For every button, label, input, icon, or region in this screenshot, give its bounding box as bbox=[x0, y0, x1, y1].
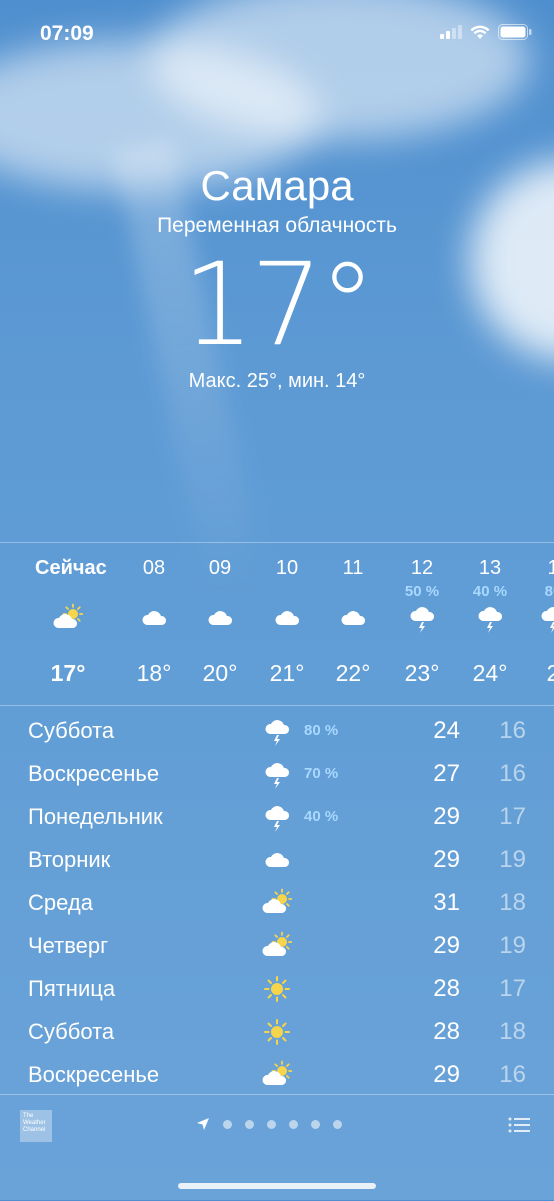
day-row: Среда 31 18 bbox=[0, 882, 554, 925]
daily-forecast[interactable]: Суббота 80 % 24 16 Воскресенье 70 % 27 1… bbox=[0, 710, 554, 1097]
day-name: Воскресенье bbox=[28, 761, 160, 786]
day-name: Понедельник bbox=[28, 804, 163, 829]
day-low: 18 bbox=[499, 1018, 526, 1045]
page-dot[interactable] bbox=[289, 1119, 298, 1129]
home-indicator[interactable] bbox=[178, 1183, 376, 1189]
cloud-icon bbox=[262, 845, 292, 875]
thunderstorm-icon bbox=[262, 802, 292, 832]
day-high: 28 bbox=[433, 1018, 460, 1045]
page-dot[interactable] bbox=[311, 1119, 320, 1129]
hour-item: 1 80 2 bbox=[520, 543, 554, 705]
day-row: Суббота 28 18 bbox=[0, 1011, 554, 1054]
day-low: 16 bbox=[499, 717, 526, 744]
thunderstorm-icon bbox=[475, 603, 505, 633]
cloud-icon bbox=[139, 603, 169, 633]
day-high: 31 bbox=[433, 889, 460, 916]
hour-item: 13 40 % 24° bbox=[472, 557, 508, 686]
page-dot[interactable] bbox=[333, 1119, 342, 1129]
cloud-icon bbox=[338, 603, 368, 633]
day-high: 24 bbox=[433, 717, 460, 744]
status-time: 07:09 bbox=[40, 22, 94, 45]
thunderstorm-icon bbox=[262, 759, 292, 789]
day-name: Суббота bbox=[28, 1019, 115, 1044]
day-row: Четверг 29 19 bbox=[0, 925, 554, 968]
hour-item: 11 22° bbox=[335, 557, 371, 686]
day-name: Воскресенье bbox=[28, 1062, 160, 1087]
page-indicator[interactable] bbox=[196, 1117, 342, 1131]
location-arrow-icon bbox=[197, 1118, 209, 1130]
day-row: Воскресенье 70 % 27 16 bbox=[0, 753, 554, 796]
precip-chance: 40 % bbox=[304, 808, 339, 825]
battery-icon bbox=[498, 24, 532, 40]
condition-text: Переменная облачность bbox=[157, 214, 397, 237]
day-high: 29 bbox=[433, 1061, 460, 1088]
thunderstorm-icon bbox=[262, 716, 292, 746]
list-icon[interactable] bbox=[508, 1116, 530, 1134]
thunderstorm-icon bbox=[407, 603, 437, 633]
day-low: 17 bbox=[499, 975, 526, 1002]
partly-sunny-icon bbox=[53, 603, 84, 633]
hour-item: 09 20° bbox=[202, 557, 238, 686]
partly-sunny-icon bbox=[262, 1060, 293, 1090]
day-name: Четверг bbox=[28, 933, 109, 958]
status-bar: 07:09 bbox=[0, 0, 554, 64]
weather-channel-logo[interactable]: The Weather Channel bbox=[20, 1110, 52, 1142]
city-name: Самара bbox=[200, 162, 354, 209]
page-dot[interactable] bbox=[245, 1119, 254, 1129]
sun-icon bbox=[262, 974, 292, 1004]
day-row: Воскресенье 29 16 bbox=[0, 1054, 554, 1097]
current-weather: Самара Переменная облачность 17° Макс. 2… bbox=[0, 162, 554, 393]
day-high: 27 bbox=[433, 760, 460, 787]
day-high: 29 bbox=[433, 846, 460, 873]
day-row: Суббота 80 % 24 16 bbox=[0, 710, 554, 753]
day-row: Вторник 29 19 bbox=[0, 839, 554, 882]
cloud-icon bbox=[205, 603, 235, 633]
bottom-toolbar: The Weather Channel bbox=[0, 1094, 554, 1201]
page-dot[interactable] bbox=[223, 1119, 232, 1129]
day-name: Вторник bbox=[28, 847, 111, 872]
signal-icon bbox=[440, 25, 462, 39]
day-high: 29 bbox=[433, 803, 460, 830]
partly-sunny-icon bbox=[262, 931, 293, 961]
current-temp: 17° bbox=[181, 238, 376, 371]
hour-item: 08 18° bbox=[136, 557, 172, 686]
day-name: Среда bbox=[28, 890, 93, 915]
day-low: 19 bbox=[499, 846, 526, 873]
wifi-icon bbox=[470, 25, 490, 39]
day-high: 28 bbox=[433, 975, 460, 1002]
hour-item: 10 21° bbox=[269, 557, 305, 686]
precip-chance: 70 % bbox=[304, 765, 339, 782]
day-name: Суббота bbox=[28, 718, 115, 743]
precip-chance: 80 % bbox=[304, 722, 339, 739]
high-low-text: Макс. 25°, мин. 14° bbox=[188, 370, 366, 392]
hour-item: 12 50 % 23° bbox=[404, 557, 440, 686]
day-low: 16 bbox=[499, 760, 526, 787]
partly-sunny-icon bbox=[262, 888, 293, 918]
page-dot[interactable] bbox=[267, 1119, 276, 1129]
day-low: 19 bbox=[499, 932, 526, 959]
day-row: Понедельник 40 % 29 17 bbox=[0, 796, 554, 839]
hour-item: Сейчас 17° bbox=[35, 557, 107, 686]
day-low: 17 bbox=[499, 803, 526, 830]
day-low: 18 bbox=[499, 889, 526, 916]
day-name: Пятница bbox=[28, 976, 116, 1001]
hourly-forecast[interactable]: Сейчас 17° 08 18° 09 20° 10 21° 11 22° 1… bbox=[0, 542, 554, 706]
day-low: 16 bbox=[499, 1061, 526, 1088]
day-row: Пятница 28 17 bbox=[0, 968, 554, 1011]
sun-icon bbox=[262, 1017, 292, 1047]
cloud-icon bbox=[272, 603, 302, 633]
thunderstorm-icon bbox=[538, 603, 554, 633]
day-high: 29 bbox=[433, 932, 460, 959]
